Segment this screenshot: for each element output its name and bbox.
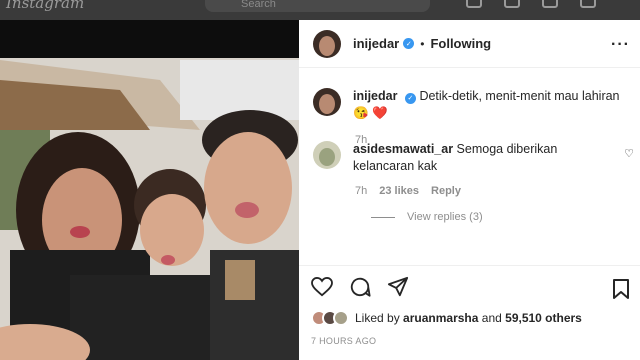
liker-avatars[interactable]	[311, 310, 349, 326]
like-heart-icon[interactable]	[311, 277, 333, 297]
instagram-post-screen: Instagram Search inijedar ✓ • Following …	[0, 0, 640, 360]
comment-meta: 7h 23 likes Reply	[355, 185, 626, 197]
instagram-logo[interactable]: Instagram	[6, 0, 84, 12]
direct-icon[interactable]	[466, 0, 482, 8]
new-post-icon[interactable]	[504, 0, 520, 8]
activity-icon[interactable]	[580, 0, 596, 8]
liked-by-joiner: and	[481, 311, 502, 325]
reply-button[interactable]: Reply	[431, 185, 461, 197]
view-replies-button[interactable]: View replies (3)	[371, 211, 626, 223]
following-button[interactable]: Following	[430, 36, 491, 51]
caption-verified-icon: ✓	[404, 93, 416, 104]
comment-likes[interactable]: 23 likes	[379, 185, 419, 197]
commenter-username[interactable]: asidesmawati_ar	[353, 142, 453, 156]
liked-by-prefix: Liked by	[355, 311, 400, 325]
top-navigation-bar: Instagram Search	[0, 0, 640, 20]
caption-avatar[interactable]	[313, 88, 341, 116]
view-replies-label: View replies (3)	[407, 211, 483, 223]
more-options-icon[interactable]: ···	[611, 36, 630, 54]
replies-divider	[371, 216, 395, 218]
share-send-icon[interactable]	[387, 276, 409, 298]
post-timestamp[interactable]: 7 HOURS AGO	[311, 336, 628, 346]
family-selfie-image	[0, 20, 299, 360]
comment-bubble-icon[interactable]	[349, 276, 371, 298]
post-detail-panel: inijedar ✓ • Following ··· inijedar ✓ De…	[299, 20, 640, 360]
author-username[interactable]: inijedar	[353, 36, 399, 51]
nav-icons	[466, 0, 596, 8]
liker-username[interactable]: aruanmarsha	[403, 311, 478, 325]
post-actions: Liked by aruanmarsha and 59,510 others 7…	[299, 265, 640, 360]
verified-badge-icon: ✓	[403, 38, 415, 49]
bookmark-icon[interactable]	[612, 278, 630, 300]
likes-summary: Liked by aruanmarsha and 59,510 others	[311, 310, 628, 326]
likes-count[interactable]: 59,510 others	[505, 311, 582, 325]
author-avatar[interactable]	[313, 29, 341, 58]
separator-dot: •	[420, 36, 425, 51]
comment-item: asidesmawati_ar Semoga diberikan kelanca…	[299, 141, 640, 223]
post-photo[interactable]	[0, 20, 299, 360]
comment-text: asidesmawati_ar Semoga diberikan kelanca…	[353, 141, 613, 175]
comment-like-icon[interactable]: ♡	[624, 147, 634, 160]
commenter-avatar[interactable]	[313, 141, 341, 169]
search-input[interactable]: Search	[205, 0, 430, 12]
caption-username[interactable]: inijedar	[353, 89, 397, 103]
explore-icon[interactable]	[542, 0, 558, 8]
comment-time[interactable]: 7h	[355, 185, 367, 197]
post-header: inijedar ✓ • Following ···	[299, 20, 640, 68]
liker-avatar	[333, 310, 349, 326]
caption-text: inijedar ✓ Detik-detik, menit-menit mau …	[353, 88, 623, 122]
